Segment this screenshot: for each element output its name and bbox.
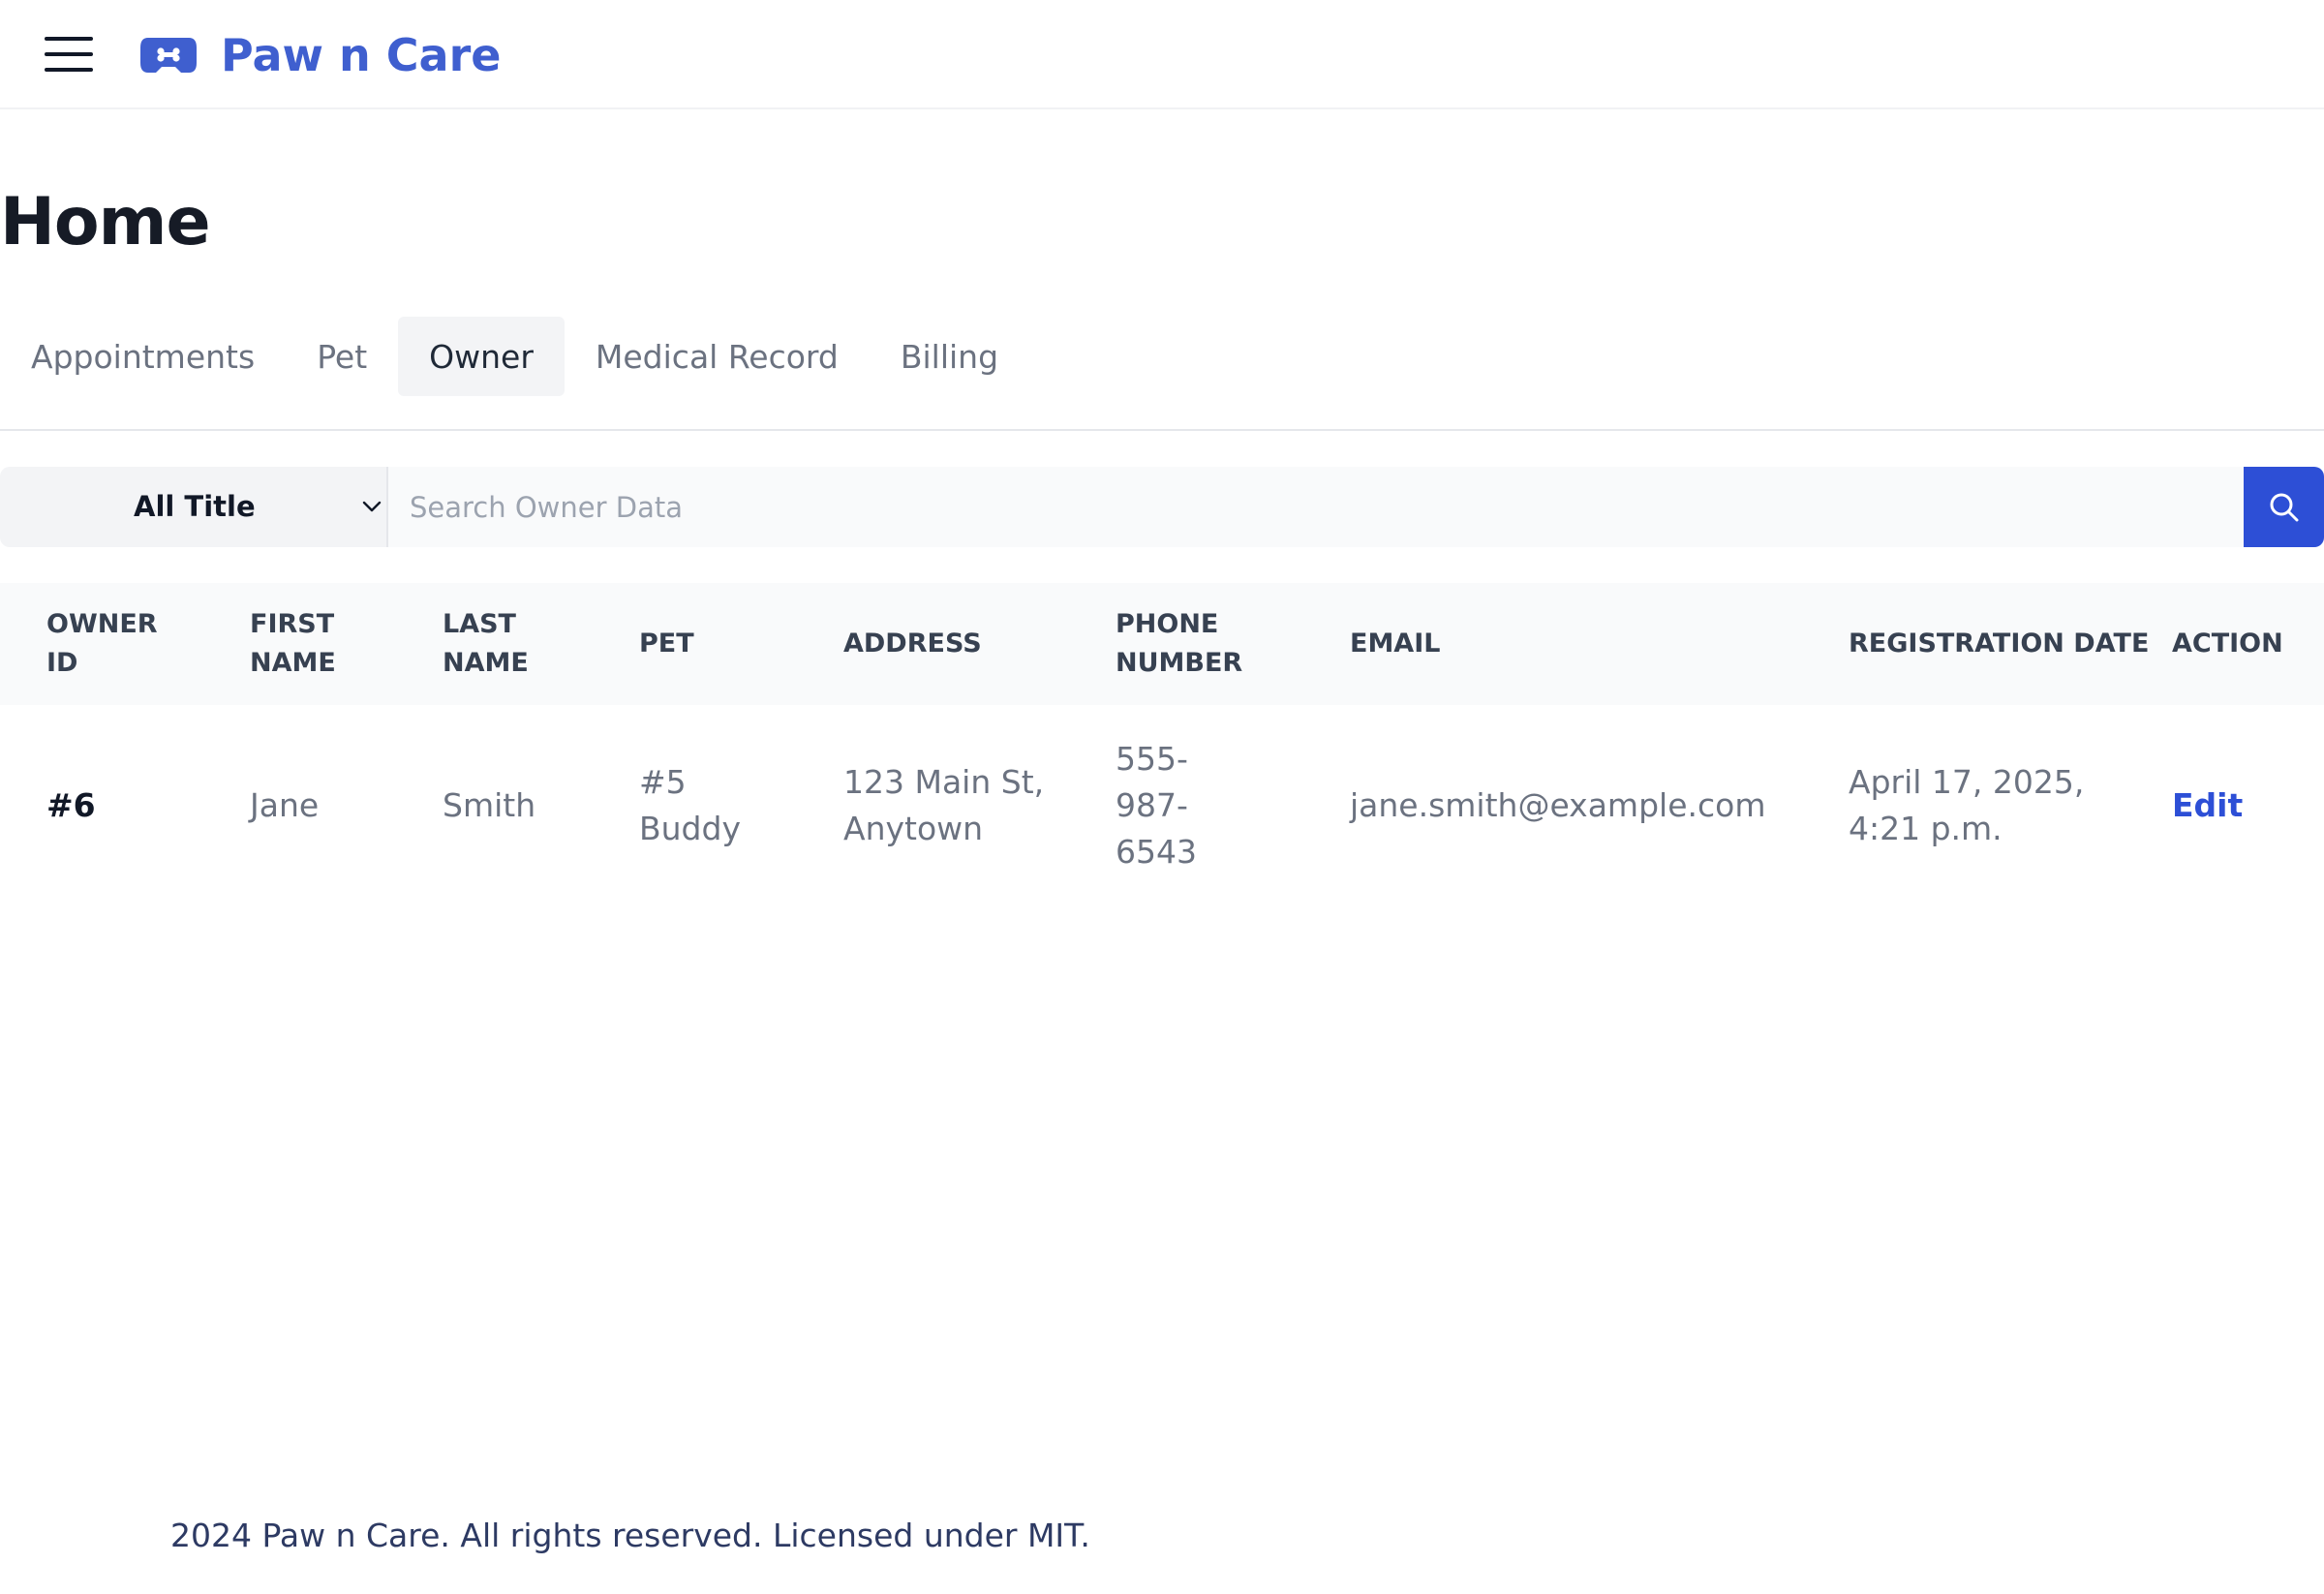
tab-appointments[interactable]: Appointments bbox=[0, 317, 286, 396]
tabs-divider bbox=[0, 429, 2324, 431]
column-header-address: ADDRESS bbox=[843, 628, 982, 659]
tab-pet[interactable]: Pet bbox=[286, 317, 398, 396]
table-header-row: OWNER ID FIRST NAME LAST NAME PET ADDRES… bbox=[0, 583, 2324, 705]
column-header-action: ACTION bbox=[2172, 628, 2283, 659]
registration-date-cell: April 17, 2025, 4:21 p.m. bbox=[1849, 763, 2085, 847]
hamburger-menu-icon[interactable] bbox=[45, 37, 93, 72]
address-cell: 123 Main St, Anytown bbox=[843, 763, 1045, 847]
last-name-cell: Smith bbox=[443, 786, 536, 824]
column-header-owner-id: OWNER ID bbox=[46, 609, 158, 678]
column-header-last-name: LAST NAME bbox=[443, 609, 529, 678]
owner-table-container: OWNER ID FIRST NAME LAST NAME PET ADDRES… bbox=[0, 583, 2324, 906]
email-cell: jane.smith@example.com bbox=[1350, 786, 1766, 824]
column-header-email: EMAIL bbox=[1350, 628, 1441, 659]
tab-bar: Appointments Pet Owner Medical Record Bi… bbox=[0, 317, 1029, 396]
pet-cell: #5 Buddy bbox=[639, 763, 741, 847]
tab-owner[interactable]: Owner bbox=[398, 317, 565, 396]
phone-number-cell: 555-987-6543 bbox=[1116, 740, 1197, 871]
column-header-first-name: FIRST NAME bbox=[250, 609, 336, 678]
tab-billing[interactable]: Billing bbox=[870, 317, 1029, 396]
column-header-registration-date: REGISTRATION DATE bbox=[1849, 628, 2150, 659]
column-header-phone-number: PHONE NUMBER bbox=[1116, 609, 1243, 678]
owner-table: OWNER ID FIRST NAME LAST NAME PET ADDRES… bbox=[0, 583, 2324, 906]
chevron-down-icon bbox=[362, 501, 382, 512]
search-icon bbox=[2270, 493, 2298, 521]
title-filter-dropdown[interactable]: All Title bbox=[0, 467, 388, 547]
action-cell: Edit bbox=[2172, 705, 2324, 906]
top-navbar: Paw n Care bbox=[0, 0, 2324, 109]
brand-name: Paw n Care bbox=[221, 29, 502, 81]
paw-bone-logo-icon bbox=[140, 38, 197, 73]
owner-id-cell: #6 bbox=[46, 786, 96, 824]
filter-selected-value: All Title bbox=[134, 490, 256, 523]
brand-link[interactable]: Paw n Care bbox=[138, 21, 501, 89]
tab-medical-record[interactable]: Medical Record bbox=[565, 317, 870, 396]
first-name-cell: Jane bbox=[250, 786, 320, 824]
table-row: #6 Jane Smith #5 Buddy 123 Main St, Anyt… bbox=[0, 705, 2324, 906]
search-input[interactable] bbox=[388, 467, 2244, 547]
search-button[interactable] bbox=[2244, 467, 2324, 547]
edit-owner-link[interactable]: Edit bbox=[2172, 786, 2243, 824]
column-header-pet: PET bbox=[639, 628, 694, 659]
footer-copyright: 2024 Paw n Care. All rights reserved. Li… bbox=[170, 1517, 1090, 1554]
page-title: Home bbox=[0, 184, 211, 261]
search-bar: All Title bbox=[0, 467, 2324, 547]
